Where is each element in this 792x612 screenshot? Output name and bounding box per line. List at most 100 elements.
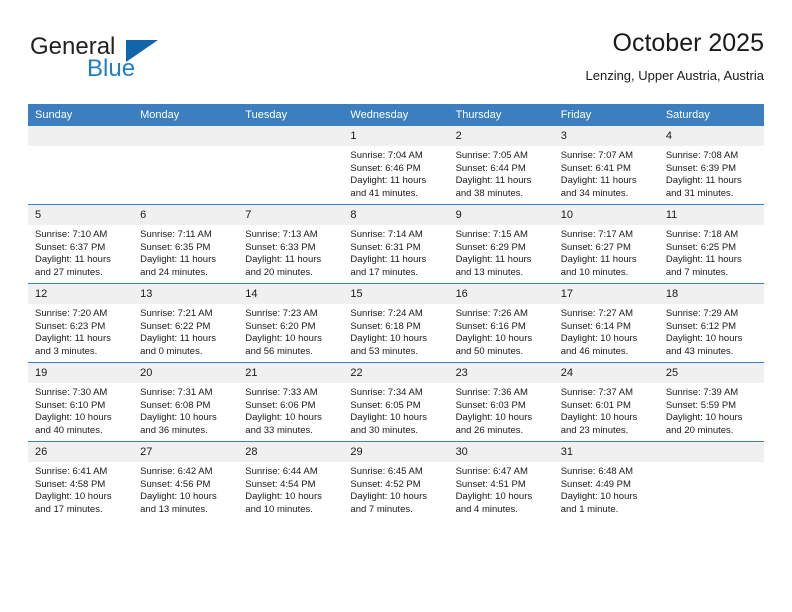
sun-info: Sunrise: 6:48 AM Sunset: 4:49 PM Daylight:… xyxy=(554,462,659,516)
day-number: 5 xyxy=(28,205,134,225)
calendar-body: 1 Sunrise: 7:04 AM Sunset: 6:46 PM Daylight… xyxy=(28,126,764,520)
calendar-day-cell[interactable]: 18 Sunrise: 7:29 AM Sunset: 6:12 PM Dayligh… xyxy=(658,283,764,363)
sun-info: Sunrise: 7:36 AM Sunset: 6:03 PM Daylight:… xyxy=(449,383,554,437)
daylight-text-line1: Daylight: 10 hours xyxy=(245,333,322,345)
daylight-text-line1: Daylight: 11 hours xyxy=(350,175,427,187)
calendar-day-cell[interactable]: 7 Sunrise: 7:13 AM Sunset: 6:33 PM Daylight… xyxy=(238,204,344,284)
day-number: 23 xyxy=(448,363,554,383)
day-number: 8 xyxy=(343,205,449,225)
calendar-day-cell[interactable]: 26 Sunrise: 6:41 AM Sunset: 4:58 PM Dayligh… xyxy=(28,441,134,520)
weekday-header-monday: Monday xyxy=(133,104,239,126)
daylight-text-line2: and 7 minutes. xyxy=(350,503,413,515)
daylight-text-line1: Daylight: 10 hours xyxy=(350,333,427,345)
daylight-text-line2: and 36 minutes. xyxy=(140,424,208,436)
sunrise-text: Sunrise: 7:24 AM xyxy=(350,308,423,319)
sunset-text: Sunset: 6:18 PM xyxy=(350,320,421,332)
daylight-text-line2: and 38 minutes. xyxy=(455,187,524,199)
daylight-text-line1: Daylight: 11 hours xyxy=(140,333,217,345)
day-number: 12 xyxy=(28,284,134,304)
calendar-day-cell[interactable]: 30 Sunrise: 6:47 AM Sunset: 4:51 PM Dayligh… xyxy=(448,441,554,520)
sunrise-text: Sunrise: 6:41 AM xyxy=(35,466,108,477)
calendar-day-cell[interactable]: 29 Sunrise: 6:45 AM Sunset: 4:52 PM Dayligh… xyxy=(343,441,449,520)
sunset-text: Sunset: 6:14 PM xyxy=(560,320,631,332)
sun-info: Sunrise: 6:47 AM Sunset: 4:51 PM Daylight:… xyxy=(449,462,554,516)
sun-info: Sunrise: 6:41 AM Sunset: 4:58 PM Daylight:… xyxy=(28,462,133,516)
day-number: 4 xyxy=(658,126,764,146)
sunrise-text: Sunrise: 7:27 AM xyxy=(560,308,634,319)
sunrise-text: Sunrise: 7:39 AM xyxy=(665,387,739,398)
calendar-day-cell[interactable]: 28 Sunrise: 6:44 AM Sunset: 4:54 PM Dayligh… xyxy=(238,441,344,520)
calendar-week-row: 5 Sunrise: 7:10 AM Sunset: 6:37 PM Daylight… xyxy=(28,204,764,284)
calendar-day-cell[interactable]: 1 Sunrise: 7:04 AM Sunset: 6:46 PM Daylight… xyxy=(343,126,449,205)
calendar-day-cell[interactable]: 4 Sunrise: 7:08 AM Sunset: 6:39 PM Daylight… xyxy=(658,126,764,205)
calendar-day-cell[interactable]: 6 Sunrise: 7:11 AM Sunset: 6:35 PM Daylight… xyxy=(133,204,239,284)
sunset-text: Sunset: 6:06 PM xyxy=(245,399,316,411)
calendar-day-cell[interactable]: 19 Sunrise: 7:30 AM Sunset: 6:10 PM Dayligh… xyxy=(28,362,134,442)
calendar-day-cell[interactable]: 16 Sunrise: 7:26 AM Sunset: 6:16 PM Dayligh… xyxy=(448,283,554,363)
day-number: 16 xyxy=(448,284,554,304)
daylight-text-line2: and 24 minutes. xyxy=(140,266,208,278)
sunset-text: Sunset: 6:03 PM xyxy=(455,399,526,411)
day-number: 19 xyxy=(28,363,134,383)
daylight-text-line2: and 10 minutes. xyxy=(560,266,629,278)
calendar-day-cell[interactable]: 24 Sunrise: 7:37 AM Sunset: 6:01 PM Dayligh… xyxy=(553,362,659,442)
sun-info: Sunrise: 7:05 AM Sunset: 6:44 PM Daylight:… xyxy=(449,146,554,200)
daylight-text-line1: Daylight: 11 hours xyxy=(350,254,427,266)
daylight-text-line2: and 10 minutes. xyxy=(245,503,313,515)
daylight-text-line1: Daylight: 10 hours xyxy=(665,333,743,345)
calendar-day-cell[interactable]: 12 Sunrise: 7:20 AM Sunset: 6:23 PM Dayligh… xyxy=(28,283,134,363)
calendar-day-cell[interactable]: 8 Sunrise: 7:14 AM Sunset: 6:31 PM Daylight… xyxy=(343,204,449,284)
page-title: October 2025 xyxy=(612,29,765,57)
calendar-day-cell[interactable]: 25 Sunrise: 7:39 AM Sunset: 5:59 PM Dayligh… xyxy=(658,362,764,442)
weekday-header-tuesday: Tuesday xyxy=(238,104,344,126)
daylight-text-line1: Daylight: 10 hours xyxy=(35,491,112,503)
calendar-day-cell[interactable]: 5 Sunrise: 7:10 AM Sunset: 6:37 PM Daylight… xyxy=(28,204,134,284)
calendar-day-cell[interactable]: 21 Sunrise: 7:33 AM Sunset: 6:06 PM Dayligh… xyxy=(238,362,344,442)
sunset-text: Sunset: 6:22 PM xyxy=(140,320,211,332)
calendar-day-cell[interactable]: 23 Sunrise: 7:36 AM Sunset: 6:03 PM Dayligh… xyxy=(448,362,554,442)
daylight-text-line1: Daylight: 10 hours xyxy=(455,412,533,424)
sun-info: Sunrise: 7:20 AM Sunset: 6:23 PM Daylight:… xyxy=(28,304,133,358)
daylight-text-line2: and 13 minutes. xyxy=(455,266,524,278)
sunrise-text: Sunrise: 7:29 AM xyxy=(665,308,739,319)
sun-info: Sunrise: 7:11 AM Sunset: 6:35 PM Daylight:… xyxy=(133,225,238,279)
day-number: 18 xyxy=(658,284,764,304)
daylight-text-line1: Daylight: 10 hours xyxy=(35,412,112,424)
sunrise-text: Sunrise: 7:08 AM xyxy=(665,150,739,161)
calendar-day-cell[interactable]: 13 Sunrise: 7:21 AM Sunset: 6:22 PM Dayligh… xyxy=(133,283,239,363)
sunrise-text: Sunrise: 7:23 AM xyxy=(245,308,318,319)
day-number: 11 xyxy=(658,205,764,225)
sunrise-text: Sunrise: 7:34 AM xyxy=(350,387,423,398)
day-number: 2 xyxy=(448,126,554,146)
daylight-text-line1: Daylight: 10 hours xyxy=(560,491,638,503)
sun-info: Sunrise: 7:39 AM Sunset: 5:59 PM Daylight:… xyxy=(659,383,764,437)
calendar-day-cell[interactable]: 2 Sunrise: 7:05 AM Sunset: 6:44 PM Daylight… xyxy=(448,126,554,205)
day-number xyxy=(28,126,134,146)
calendar-day-cell[interactable]: 3 Sunrise: 7:07 AM Sunset: 6:41 PM Daylight… xyxy=(553,126,659,205)
sunrise-text: Sunrise: 7:17 AM xyxy=(560,229,634,240)
sun-info: Sunrise: 7:10 AM Sunset: 6:37 PM Daylight:… xyxy=(28,225,133,279)
sunset-text: Sunset: 4:54 PM xyxy=(245,478,316,490)
sun-info: Sunrise: 7:15 AM Sunset: 6:29 PM Daylight:… xyxy=(449,225,554,279)
sun-info: Sunrise: 7:13 AM Sunset: 6:33 PM Daylight:… xyxy=(238,225,343,279)
daylight-text-line1: Daylight: 10 hours xyxy=(560,333,638,345)
weekday-header-wednesday: Wednesday xyxy=(343,104,449,126)
calendar-day-cell[interactable]: 31 Sunrise: 6:48 AM Sunset: 4:49 PM Dayligh… xyxy=(553,441,659,520)
calendar-day-cell[interactable]: 22 Sunrise: 7:34 AM Sunset: 6:05 PM Dayligh… xyxy=(343,362,449,442)
daylight-text-line2: and 41 minutes. xyxy=(350,187,419,199)
calendar-day-cell[interactable]: 17 Sunrise: 7:27 AM Sunset: 6:14 PM Dayligh… xyxy=(553,283,659,363)
day-number: 26 xyxy=(28,442,134,462)
daylight-text-line1: Daylight: 11 hours xyxy=(245,254,322,266)
calendar-day-cell[interactable]: 9 Sunrise: 7:15 AM Sunset: 6:29 PM Daylight… xyxy=(448,204,554,284)
calendar-day-cell[interactable]: 11 Sunrise: 7:18 AM Sunset: 6:25 PM Dayligh… xyxy=(658,204,764,284)
daylight-text-line2: and 27 minutes. xyxy=(35,266,103,278)
sunrise-text: Sunrise: 7:10 AM xyxy=(35,229,108,240)
calendar-day-cell[interactable]: 15 Sunrise: 7:24 AM Sunset: 6:18 PM Dayligh… xyxy=(343,283,449,363)
calendar-day-cell[interactable]: 20 Sunrise: 7:31 AM Sunset: 6:08 PM Dayligh… xyxy=(133,362,239,442)
calendar-day-cell[interactable]: 14 Sunrise: 7:23 AM Sunset: 6:20 PM Dayligh… xyxy=(238,283,344,363)
sunset-text: Sunset: 6:41 PM xyxy=(560,162,631,174)
day-number xyxy=(238,126,344,146)
calendar-day-cell[interactable]: 27 Sunrise: 6:42 AM Sunset: 4:56 PM Dayligh… xyxy=(133,441,239,520)
calendar-day-cell[interactable]: 10 Sunrise: 7:17 AM Sunset: 6:27 PM Dayligh… xyxy=(553,204,659,284)
sun-info: Sunrise: 7:07 AM Sunset: 6:41 PM Daylight:… xyxy=(554,146,659,200)
